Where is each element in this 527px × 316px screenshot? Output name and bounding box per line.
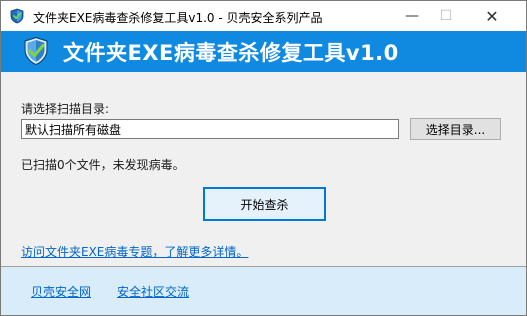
footer-link-website[interactable]: 贝壳安全网 — [31, 283, 91, 300]
start-scan-button[interactable]: 开始查杀 — [203, 187, 326, 221]
header-banner: 文件夹EXE病毒查杀修复工具v1.0 — [1, 31, 526, 72]
footer-bar: 贝壳安全网 安全社区交流 — [1, 267, 526, 315]
shield-icon — [10, 8, 24, 24]
close-icon: ✕ — [485, 6, 499, 26]
scan-dir-label: 请选择扫描目录: — [21, 102, 110, 116]
app-window: 文件夹EXE病毒查杀修复工具v1.0 - 贝壳安全系列产品 — ☐ ✕ 文件夹E… — [0, 0, 527, 316]
status-text: 已扫描0个文件，未发现病毒。 — [21, 158, 185, 172]
close-button[interactable]: ✕ — [469, 1, 515, 31]
browse-button[interactable]: 选择目录... — [410, 118, 501, 140]
shield-icon — [24, 36, 48, 66]
minimize-icon: — — [405, 8, 419, 24]
maximize-icon: ☐ — [439, 8, 453, 24]
window-title: 文件夹EXE病毒查杀修复工具v1.0 - 贝壳安全系列产品 — [33, 11, 323, 25]
maximize-button: ☐ — [423, 1, 469, 31]
title-bar[interactable]: 文件夹EXE病毒查杀修复工具v1.0 - 贝壳安全系列产品 — ☐ ✕ — [1, 1, 526, 31]
scan-dir-input[interactable] — [21, 119, 399, 139]
banner-title: 文件夹EXE病毒查杀修复工具v1.0 — [63, 41, 399, 65]
topic-link[interactable]: 访问文件夹EXE病毒专题，了解更多详情。 — [21, 243, 248, 260]
footer-link-community[interactable]: 安全社区交流 — [117, 283, 189, 300]
